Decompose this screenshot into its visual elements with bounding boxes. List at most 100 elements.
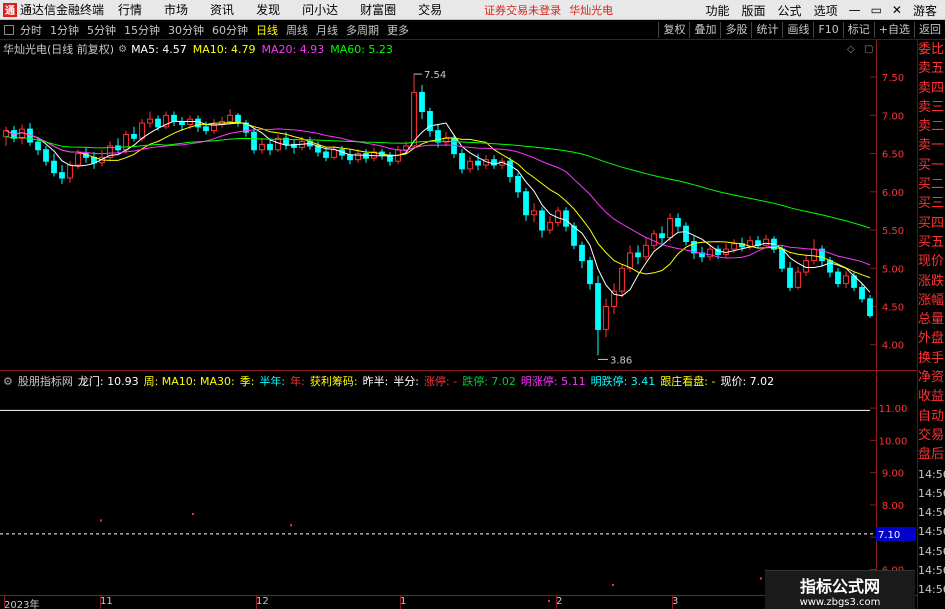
sub-item-1: 周: MA10: MA30:	[143, 375, 235, 388]
candle-down	[523, 191, 529, 216]
candle-up	[411, 91, 417, 147]
sub-tick-label: 9.00	[882, 469, 904, 480]
price-tick-label: 7.00	[882, 111, 904, 122]
candle-up	[75, 153, 81, 166]
side-item[interactable]: 净资	[918, 368, 945, 387]
candle-up	[259, 143, 265, 151]
side-item[interactable]: 14:56	[918, 503, 945, 522]
date-label: 12	[256, 596, 269, 607]
diamond-icon[interactable]: ◇	[847, 44, 855, 55]
side-item[interactable]: 收益	[918, 387, 945, 406]
candle-down	[539, 210, 545, 231]
candle-down	[683, 225, 689, 242]
candle-down	[827, 260, 833, 273]
date-label: 11	[100, 596, 113, 607]
side-item[interactable]: 14:56	[918, 465, 945, 484]
watermark-title: 指标公式网	[799, 576, 880, 596]
candle-down	[779, 248, 785, 269]
side-item[interactable]: 买三	[918, 194, 945, 213]
date-tick	[556, 595, 557, 609]
sub-settings-icon[interactable]: ⚙	[3, 375, 13, 388]
side-item[interactable]: 卖三	[918, 98, 945, 117]
side-item[interactable]: 14:56	[918, 542, 945, 561]
candle-down	[459, 153, 465, 170]
side-item[interactable]: 买一	[918, 156, 945, 175]
signal-dot	[100, 519, 102, 522]
side-item[interactable]: 卖一	[918, 136, 945, 155]
side-item[interactable]: 14:56	[918, 484, 945, 503]
date-tick	[256, 595, 257, 609]
side-item[interactable]: 外盘	[918, 329, 945, 348]
watermark: 指标公式网 www.zbgs3.com	[765, 570, 915, 609]
date-tick	[400, 595, 401, 609]
price-tick-label: 6.50	[882, 150, 904, 161]
sub-item-5: 获利筹码:	[309, 375, 358, 388]
candle-down	[171, 114, 177, 122]
candle-up	[651, 233, 657, 246]
side-item[interactable]: 14:56	[918, 522, 945, 541]
candle-up	[67, 164, 73, 179]
signal-dot	[290, 524, 292, 527]
sub-item-3: 半年:	[259, 375, 286, 388]
candle-down	[571, 225, 577, 246]
candle-up	[619, 267, 625, 292]
price-tick-label: 7.50	[882, 73, 904, 84]
side-item[interactable]: 买二	[918, 175, 945, 194]
candle-down	[251, 131, 257, 151]
side-item[interactable]: 涨幅	[918, 291, 945, 310]
candle-up	[467, 160, 473, 170]
side-item[interactable]: 卖五	[918, 59, 945, 78]
side-item[interactable]: 14:56	[918, 580, 945, 599]
side-item[interactable]: 卖二	[918, 117, 945, 136]
side-item[interactable]: 委比	[918, 40, 945, 59]
side-item[interactable]: 总量	[918, 310, 945, 329]
candle-down	[587, 260, 593, 285]
side-item[interactable]: 换手	[918, 349, 945, 368]
low-label: 3.86	[610, 355, 632, 366]
candle-up	[147, 118, 153, 124]
side-item[interactable]: 14:56	[918, 561, 945, 580]
candle-up	[355, 153, 361, 161]
price-axis: 7.50 7.00 6.50 6.00 5.50 5.00 4.50 4.00	[870, 73, 904, 352]
side-item[interactable]: 交易	[918, 426, 945, 445]
sub-item-6: 昨半:	[362, 375, 389, 388]
candle-down	[419, 91, 425, 113]
side-item[interactable]: 涨跌	[918, 272, 945, 291]
candle-down	[867, 298, 873, 317]
candle-down	[579, 244, 585, 262]
sub-item-12: 跟庄看盘: -	[660, 375, 716, 388]
sub-indicator-header: ⚙ 股朋指标网 龙门: 10.93 周: MA10: MA30: 季: 半年: …	[0, 373, 880, 389]
candle-down	[659, 233, 665, 239]
date-tick	[672, 595, 673, 609]
signal-dot	[760, 577, 762, 580]
price-tick-label: 4.00	[882, 341, 904, 352]
side-item[interactable]: 盘后	[918, 445, 945, 464]
watermark-url: www.zbgs3.com	[799, 596, 881, 608]
sub-tick-label: 10.00	[879, 436, 908, 447]
sub-item-0: 龙门: 10.93	[77, 375, 139, 388]
side-item[interactable]: 现价	[918, 252, 945, 271]
kline-chart[interactable]: 7.50 7.00 6.50 6.00 5.50 5.00 4.50 4.00 7.54 3.8…	[0, 0, 945, 609]
candle-down	[475, 160, 481, 166]
restore-icon[interactable]: ▢	[864, 44, 873, 55]
candle-up	[275, 137, 281, 151]
candle-up	[667, 218, 673, 239]
side-item[interactable]: 买四	[918, 214, 945, 233]
candle-up	[627, 252, 633, 269]
sub-item-8: 涨停: -	[424, 375, 458, 388]
candle-down	[787, 267, 793, 288]
signal-dot	[548, 600, 550, 603]
candle-down	[43, 149, 49, 162]
side-item[interactable]: 买五	[918, 233, 945, 252]
side-item[interactable]: 卖四	[918, 79, 945, 98]
candle-down	[323, 151, 329, 158]
candle-down	[347, 154, 353, 161]
sub-item-10: 明涨停: 5.11	[520, 375, 586, 388]
side-item[interactable]: 自动	[918, 407, 945, 426]
sub-indicator-name: 股朋指标网	[17, 375, 73, 388]
candle-up	[843, 275, 849, 285]
candle-up	[139, 122, 145, 139]
sub-tick-label: 8.00	[882, 501, 904, 512]
sub-item-13: 现价: 7.02	[720, 375, 775, 388]
candle-up	[763, 238, 769, 246]
